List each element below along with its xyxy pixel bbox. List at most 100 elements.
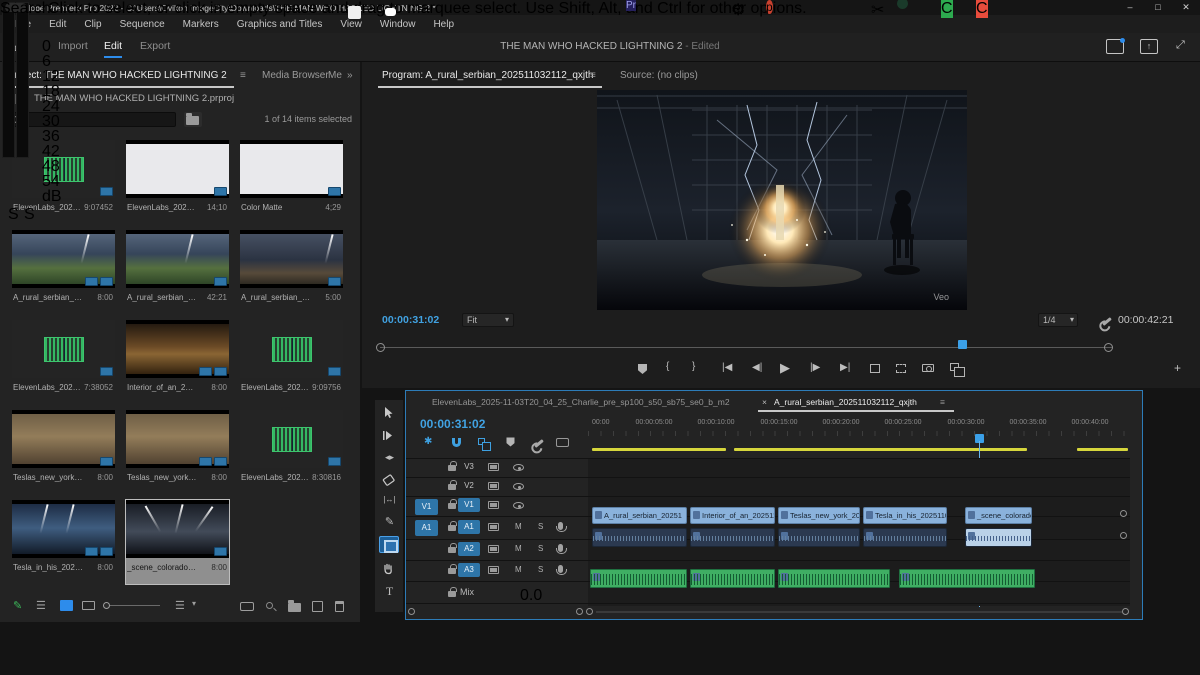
sequence-2-close-icon[interactable]: × bbox=[762, 397, 767, 407]
zoom-slider-handle[interactable] bbox=[103, 602, 110, 609]
go-to-in-icon[interactable]: |◀ bbox=[722, 362, 732, 373]
track-a1-solo-button[interactable]: S bbox=[538, 522, 543, 531]
timeline-clip-a1[interactable] bbox=[592, 528, 687, 547]
zoom-dropdown[interactable]: 1/4 ▾ bbox=[1038, 313, 1078, 327]
project-item[interactable]: ElevenLabs_2025-11-... 14;10 bbox=[126, 140, 229, 224]
tab-truncated[interactable]: Me bbox=[328, 70, 342, 81]
project-item[interactable]: A_rural_serbian_2025... 8:00 bbox=[12, 230, 115, 314]
project-item[interactable]: A_rural_serbian_2025... 5:00 bbox=[240, 230, 343, 314]
taskbar-search[interactable]: Search bbox=[0, 0, 51, 18]
add-marker-icon[interactable] bbox=[638, 364, 647, 374]
track-a1-scroll-handle[interactable] bbox=[1120, 532, 1127, 539]
find-icon[interactable] bbox=[266, 602, 273, 609]
track-a3-mic-icon[interactable] bbox=[558, 565, 563, 573]
timeline-clip-v1[interactable]: Tesla_in_his_20251103 bbox=[863, 507, 947, 524]
red-p-app-icon[interactable]: p bbox=[766, 0, 773, 14]
timeline-clip-a3[interactable] bbox=[590, 569, 687, 588]
track-v1-badge[interactable]: V1 bbox=[458, 498, 480, 512]
menu-clip[interactable]: Clip bbox=[75, 19, 110, 30]
source-v1-badge[interactable]: V1 bbox=[415, 499, 438, 515]
project-item[interactable]: Color Matte 4;29 bbox=[240, 140, 343, 224]
timeline-hscroll-left-handle[interactable] bbox=[586, 608, 593, 615]
captions-icon[interactable] bbox=[556, 438, 569, 447]
workspace-icon[interactable] bbox=[1106, 39, 1124, 54]
search-input[interactable] bbox=[8, 112, 176, 127]
snip-tool-icon[interactable]: ✂ bbox=[871, 0, 884, 20]
track-a2-mic-icon[interactable] bbox=[558, 544, 563, 552]
project-item-selected[interactable]: _scene_colorado_2025... 8:00 bbox=[126, 500, 229, 584]
linked-selection-icon[interactable] bbox=[478, 438, 485, 445]
icon-view-icon[interactable] bbox=[60, 600, 73, 611]
step-forward-icon[interactable]: |▶ bbox=[810, 362, 820, 373]
sort-chevron-icon[interactable]: ▾ bbox=[192, 599, 196, 608]
type-tool[interactable]: T bbox=[382, 584, 397, 599]
sequence-2-menu-icon[interactable]: ≡ bbox=[940, 397, 945, 407]
lift-icon[interactable] bbox=[870, 364, 880, 373]
track-a2-mute-button[interactable]: M bbox=[515, 544, 522, 553]
selection-tool[interactable] bbox=[382, 406, 397, 421]
timeline-clip-a3[interactable] bbox=[899, 569, 1035, 588]
zoom-slider-track[interactable] bbox=[104, 605, 160, 606]
track-v1-scroll-handle[interactable] bbox=[1120, 510, 1127, 517]
tab-sequence-1[interactable]: ElevenLabs_2025-11-03T20_04_25_Charlie_p… bbox=[432, 397, 730, 407]
project-item[interactable]: Tesla_in_his_2025110... 8:00 bbox=[12, 500, 115, 584]
timeline-ruler[interactable]: 00:00 00:00:05:00 00:00:10:00 00:00:15:0… bbox=[588, 419, 1130, 453]
program-panel-menu-icon[interactable]: ≡ bbox=[590, 70, 596, 81]
project-item[interactable]: Teslas_new_york_202... 8:00 bbox=[12, 410, 115, 494]
tab-media-browser[interactable]: Media Browser bbox=[262, 70, 329, 81]
close-button[interactable]: ✕ bbox=[1172, 0, 1200, 15]
play-button[interactable]: ▶ bbox=[780, 360, 790, 376]
menu-window[interactable]: Window bbox=[371, 19, 425, 30]
go-to-out-icon[interactable]: ▶| bbox=[840, 362, 850, 373]
program-playhead[interactable] bbox=[958, 340, 967, 349]
timeline-hscroll-right-handle[interactable] bbox=[1122, 608, 1129, 615]
lock-icon[interactable] bbox=[448, 568, 456, 574]
project-item[interactable]: Teslas_new_york_202... 8:00 bbox=[126, 410, 229, 494]
extract-icon[interactable] bbox=[896, 364, 906, 373]
timeline-clip-a1[interactable] bbox=[690, 528, 775, 547]
track-select-forward-tool[interactable] bbox=[382, 429, 397, 444]
track-a1-badge[interactable]: A1 bbox=[458, 520, 480, 534]
lock-icon[interactable] bbox=[448, 591, 456, 597]
timeline-clip-a1[interactable] bbox=[778, 528, 860, 547]
hand-tool[interactable] bbox=[382, 562, 397, 577]
project-item[interactable]: ElevenLabs_2025-... 8:30816 bbox=[240, 410, 343, 494]
rectangle-tool-selected[interactable] bbox=[379, 536, 399, 553]
export-frame-icon[interactable] bbox=[922, 364, 934, 372]
track-a2-badge[interactable]: A2 bbox=[458, 542, 480, 556]
maximize-button[interactable]: □ bbox=[1144, 0, 1172, 15]
timeline-timecode[interactable]: 00:00:31:02 bbox=[420, 417, 485, 431]
sync-lock-icon[interactable] bbox=[488, 482, 499, 490]
sync-lock-icon[interactable] bbox=[488, 545, 499, 553]
scrubber-end-handle[interactable] bbox=[1104, 343, 1113, 352]
track-v3-eye-icon[interactable] bbox=[513, 464, 524, 471]
sort-icon[interactable]: ☰ bbox=[175, 599, 185, 612]
ripple-edit-tool[interactable]: ◂▸ bbox=[382, 452, 397, 467]
tab-export[interactable]: Export bbox=[140, 40, 170, 52]
track-v1-eye-icon[interactable] bbox=[513, 502, 524, 509]
trash-icon[interactable] bbox=[335, 601, 344, 612]
premiere-taskbar-icon[interactable]: Pr bbox=[626, 0, 636, 11]
tab-edit[interactable]: Edit bbox=[104, 40, 122, 52]
timeline-clip-v1[interactable]: Teslas_new_york_2025 bbox=[778, 507, 860, 524]
track-a1-mic-icon[interactable] bbox=[558, 522, 563, 530]
header-hscroll-right-handle[interactable] bbox=[576, 608, 583, 615]
razor-tool[interactable] bbox=[382, 474, 397, 489]
project-item[interactable]: A_rural_serbian_202... 42:21 bbox=[126, 230, 229, 314]
header-hscroll-left-handle[interactable] bbox=[408, 608, 415, 615]
sync-lock-icon[interactable] bbox=[488, 566, 499, 574]
writable-pencil-icon[interactable]: ✎ bbox=[13, 599, 22, 612]
menu-edit[interactable]: Edit bbox=[40, 19, 75, 30]
track-a3-mute-button[interactable]: M bbox=[515, 565, 522, 574]
freeform-view-icon[interactable] bbox=[82, 601, 95, 610]
list-view-icon[interactable]: ☰ bbox=[36, 599, 46, 612]
mark-in-icon[interactable]: { bbox=[666, 361, 669, 372]
timeline-clip-a1-selected[interactable] bbox=[965, 528, 1032, 547]
more-panels-icon[interactable]: » bbox=[347, 70, 353, 81]
automate-sequence-icon[interactable] bbox=[240, 602, 254, 611]
step-back-icon[interactable]: ◀| bbox=[752, 362, 762, 373]
share-icon[interactable]: ↑ bbox=[1140, 39, 1158, 54]
sync-lock-icon[interactable] bbox=[488, 463, 499, 471]
track-v2-badge[interactable]: V2 bbox=[458, 479, 480, 493]
timeline-clip-v1[interactable]: A_rural_serbian_20251 bbox=[592, 507, 687, 524]
